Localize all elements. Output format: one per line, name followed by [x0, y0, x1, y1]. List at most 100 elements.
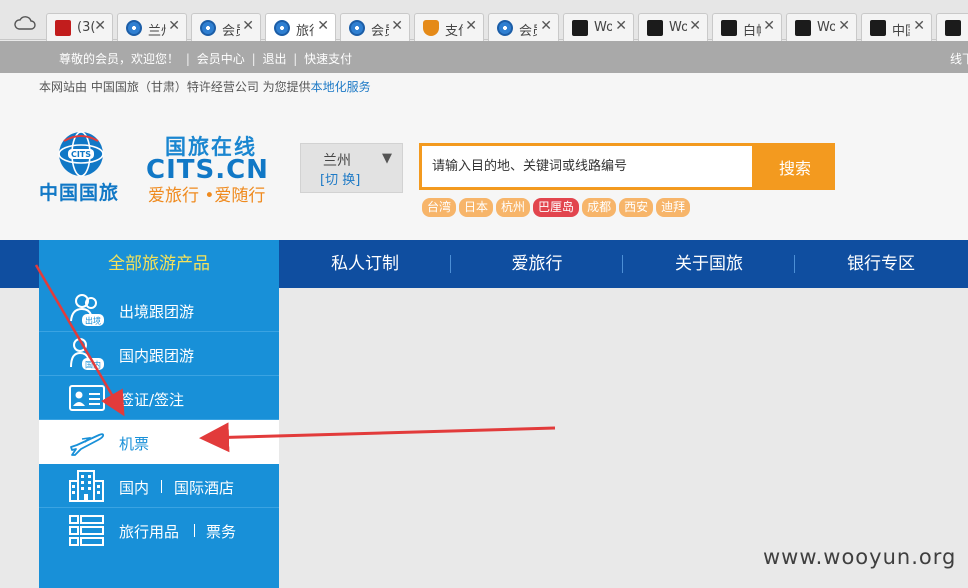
browser-tab[interactable]: 旅行✕ [265, 13, 336, 42]
cloud-icon[interactable] [14, 16, 36, 30]
tab-title: 会员 [519, 24, 537, 39]
side-item-flight-tickets[interactable]: 机票 [39, 420, 279, 464]
side-item-label: 机票 [119, 435, 150, 453]
side-item-domestic-group[interactable]: 国内 国内跟团游 [39, 332, 279, 376]
globe-icon [126, 20, 142, 36]
tab-title: (3( [77, 20, 95, 35]
hot-tag[interactable]: 杭州 [496, 198, 531, 217]
browser-tab[interactable] [936, 13, 968, 41]
search-box: 搜索 [419, 143, 835, 190]
side-item-label-domestic[interactable]: 国内 [119, 477, 149, 498]
browser-tab[interactable]: 兰州✕ [117, 13, 187, 41]
side-item-label: 出境跟团游 [119, 303, 195, 321]
close-icon[interactable]: ✕ [615, 18, 627, 34]
tab-title: 支付 [445, 24, 463, 39]
notice-text: 本网站由 中国国旅（甘肃）特许经营公司 为您提供 [39, 80, 311, 94]
tab-title: Wo [817, 20, 835, 35]
browser-tab[interactable]: (3(✕ [46, 13, 113, 41]
domestic-group-icon: 国内 [70, 338, 104, 370]
browser-tab[interactable]: Wo ✕ [786, 13, 857, 41]
offline-link[interactable]: 线下 [950, 50, 968, 67]
tab-title: 中国 [892, 24, 910, 39]
wooyun-icon [647, 20, 663, 36]
side-item-label-intl-hotels[interactable]: 国际酒店 [174, 477, 234, 498]
close-icon[interactable]: ✕ [763, 18, 775, 34]
side-item-outbound-group[interactable]: 出境 出境跟团游 [39, 288, 279, 332]
close-icon[interactable]: ✕ [94, 18, 106, 34]
nav-private-custom[interactable]: 私人订制 [279, 240, 451, 288]
side-item-label-tickets[interactable]: 票务 [206, 521, 236, 542]
tab-title: 兰州 [148, 24, 166, 39]
hot-tag[interactable]: 成都 [582, 198, 617, 217]
label-divider [194, 524, 195, 537]
browser-tab[interactable]: 会员✕ [191, 13, 261, 41]
brand-icon [55, 20, 71, 36]
nav-about[interactable]: 关于国旅 [623, 240, 795, 288]
svg-text:国内: 国内 [85, 360, 101, 370]
globe-icon [200, 20, 216, 36]
main-nav: 全部旅游产品 私人订制 爱旅行 关于国旅 银行专区 [0, 240, 968, 288]
search-input[interactable] [422, 146, 752, 187]
all-products-tab[interactable]: 全部旅游产品 [39, 240, 279, 288]
close-icon[interactable]: ✕ [242, 18, 254, 34]
hot-tag[interactable]: 迪拜 [656, 198, 691, 217]
nav-love-travel[interactable]: 爱旅行 [451, 240, 623, 288]
browser-tab[interactable]: 中国✕ [861, 13, 932, 41]
tab-title: 白帽 [743, 24, 761, 39]
quick-pay-link[interactable]: 快速支付 [304, 52, 352, 66]
watermark: www.wooyun.org [763, 545, 957, 569]
close-icon[interactable]: ✕ [913, 18, 925, 34]
tab-title: Wo [669, 20, 687, 35]
side-item-travel-goods[interactable]: 旅行用品 票务 [39, 508, 279, 552]
cits-globe-logo-icon[interactable]: CITS [56, 129, 106, 179]
city-switch-link[interactable]: [切 换] [320, 169, 360, 188]
browser-tab[interactable]: Wo ✕ [638, 13, 708, 41]
city-name: 兰州 [323, 153, 351, 169]
city-selector[interactable]: 兰州 [切 换] ▼ [300, 143, 403, 193]
member-links: 尊敬的会员，欢迎您！ | 会员中心 | 退出 | 快速支付 [59, 50, 352, 67]
hot-tag[interactable]: 日本 [459, 198, 494, 217]
close-icon[interactable]: ✕ [317, 18, 329, 34]
browser-tab[interactable]: 白帽✕ [712, 13, 782, 41]
shield-icon [423, 20, 439, 36]
svg-text:出境: 出境 [85, 316, 101, 326]
close-icon[interactable]: ✕ [838, 18, 850, 34]
close-icon[interactable]: ✕ [168, 18, 180, 34]
local-service-link[interactable]: 本地化服务 [311, 80, 371, 94]
logout-link[interactable]: 退出 [262, 52, 286, 66]
close-icon[interactable]: ✕ [540, 18, 552, 34]
browser-tab[interactable]: 支付✕ [414, 13, 484, 41]
separator: | [251, 52, 256, 66]
nav-bank-zone[interactable]: 银行专区 [795, 240, 967, 288]
side-item-visa[interactable]: 签证/签注 [39, 376, 279, 420]
wooyun-icon [870, 20, 886, 36]
browser-tab[interactable]: 会员✕ [488, 13, 559, 41]
close-icon[interactable]: ✕ [689, 18, 701, 34]
member-center-link[interactable]: 会员中心 [197, 52, 245, 66]
browser-tab[interactable]: Wo ✕ [563, 13, 634, 41]
main-content-area [279, 288, 968, 588]
list-grid-icon [69, 515, 104, 546]
caret-down-icon[interactable]: ▼ [382, 151, 392, 166]
tab-title: 会员 [222, 24, 240, 39]
visa-card-icon [69, 385, 105, 411]
franchise-notice: 本网站由 中国国旅（甘肃）特许经营公司 为您提供本地化服务 [39, 78, 371, 95]
hot-tag-highlighted[interactable]: 巴厘岛 [533, 198, 580, 217]
browser-tab[interactable]: 会员✕ [340, 13, 410, 41]
tab-title: Wo [594, 20, 612, 35]
tab-title: 会员 [371, 24, 389, 39]
wooyun-icon [572, 20, 588, 36]
side-item-label-travel-goods[interactable]: 旅行用品 [119, 521, 179, 542]
logo-wordmark[interactable]: 中国国旅 [39, 178, 119, 205]
hot-destination-tags: 台湾 日本 杭州 巴厘岛 成都 西安 迪拜 [422, 196, 693, 217]
close-icon[interactable]: ✕ [391, 18, 403, 34]
close-icon[interactable]: ✕ [465, 18, 477, 34]
hot-tag[interactable]: 台湾 [422, 198, 457, 217]
hotel-building-icon [69, 470, 104, 502]
svg-text:CITS: CITS [71, 150, 91, 159]
side-item-hotels[interactable]: 国内 国际酒店 [39, 464, 279, 508]
hot-tag[interactable]: 西安 [619, 198, 654, 217]
search-button[interactable]: 搜索 [755, 143, 835, 190]
globe-icon [349, 20, 365, 36]
welcome-text: 尊敬的会员，欢迎您！ [59, 52, 180, 66]
